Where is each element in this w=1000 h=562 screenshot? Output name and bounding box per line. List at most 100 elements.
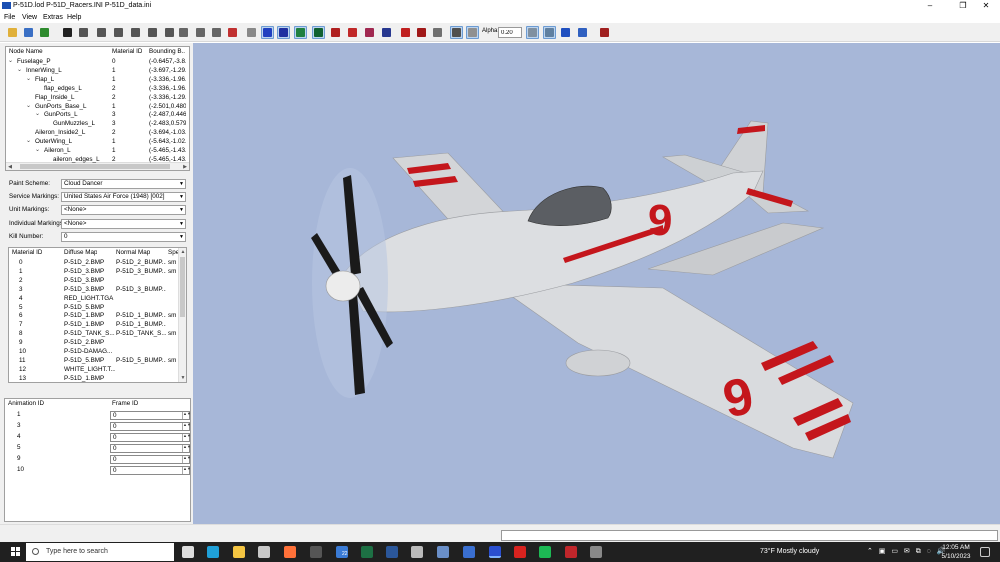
material-row[interactable]: 7 P-51D_1.BMP P-51D_1_BUMP....	[9, 320, 179, 329]
material-row[interactable]: 8 P-51D_TANK_S... P-51D_TANK_S... sm	[9, 329, 179, 338]
tree-row[interactable]: ⌄ InnerWing_L 1 (-3.697,-1.29...	[6, 66, 189, 75]
header-specular-map[interactable]: Spe	[168, 248, 178, 258]
expand-chevron-icon[interactable]: ⌄	[26, 75, 31, 84]
scroll-thumb[interactable]	[20, 164, 170, 169]
drop-red-button[interactable]	[415, 26, 428, 39]
frame-button[interactable]	[526, 26, 539, 39]
tree-row[interactable]: ⌄ OuterWing_L 1 (-5.643,-1.02...	[6, 137, 189, 146]
pdf-icon[interactable]	[514, 546, 526, 558]
solid-cube-button[interactable]	[194, 26, 207, 39]
tools-button[interactable]	[598, 26, 611, 39]
red-cube-button[interactable]	[226, 26, 239, 39]
material-row[interactable]: 4 RED_LIGHT.TGA	[9, 294, 179, 303]
tree-row[interactable]: ⌄ Aileron_L 1 (-5.465,-1.43...	[6, 146, 189, 155]
view-front-button[interactable]	[77, 26, 90, 39]
target-red-button[interactable]	[399, 26, 412, 39]
material-row[interactable]: 9 P-51D_2.BMP	[9, 338, 179, 347]
edge-icon[interactable]	[207, 546, 219, 558]
minimize-button[interactable]: –	[916, 0, 944, 12]
shaded-cube-button[interactable]	[210, 26, 223, 39]
frame-id-stepper[interactable]: 0 ▲▼	[110, 466, 190, 475]
expand-chevron-icon[interactable]: ⌄	[26, 137, 31, 146]
expand-chevron-icon[interactable]: ⌄	[26, 102, 31, 111]
weather-widget[interactable]: 73°F Mostly cloudy	[760, 546, 819, 558]
tree-row[interactable]: flap_edges_L 2 (-3.336,-1.96...	[6, 84, 189, 93]
scroll-left-icon[interactable]: ◀	[6, 163, 14, 170]
unit-markings-dropdown[interactable]: <None> ▼	[61, 205, 186, 215]
scroll-up-icon[interactable]: ▲	[179, 248, 186, 256]
word-icon[interactable]	[386, 546, 398, 558]
menu-view[interactable]: View	[22, 13, 37, 22]
clock[interactable]: 12:05 AM 5/10/2023	[938, 543, 974, 561]
axes-button[interactable]	[559, 26, 572, 39]
windows-start-icon[interactable]	[11, 547, 21, 557]
texture-button[interactable]	[38, 26, 51, 39]
material-row[interactable]: 6 P-51D_1.BMP P-51D_1_BUMP.... sm	[9, 311, 179, 320]
header-material-id[interactable]: Material ID	[12, 248, 42, 258]
taskbar-search-box[interactable]: Type here to search	[26, 543, 174, 561]
file-explorer-icon[interactable]	[233, 546, 245, 558]
box-solid-button[interactable]	[450, 26, 463, 39]
kill-number-dropdown[interactable]: 0 ▼	[61, 232, 186, 242]
mesh-blue-button[interactable]	[261, 26, 274, 39]
misc-app-icon[interactable]	[590, 546, 602, 558]
material-row[interactable]: 12 WHITE_LIGHT.T...	[9, 365, 179, 374]
zoom-button[interactable]	[61, 26, 74, 39]
header-frame-id[interactable]: Frame ID	[112, 399, 138, 409]
stepper-arrows-icon[interactable]: ▲▼	[182, 467, 190, 474]
header-diffuse-map[interactable]: Diffuse Map	[64, 248, 97, 258]
scroll-right-icon[interactable]: ▶	[181, 163, 189, 170]
mesh-darkgreen-button[interactable]	[312, 26, 325, 39]
notification-icon[interactable]	[980, 547, 990, 557]
view-top-button[interactable]	[146, 26, 159, 39]
tree-row[interactable]: ⌄ Flap_L 1 (-3.336,-1.96...	[6, 75, 189, 84]
task-view-icon[interactable]	[182, 546, 194, 558]
materials-vscroll[interactable]: ▲ ▼	[178, 248, 186, 382]
tree-row[interactable]: aileron_edges_L 2 (-5.465,-1.43...	[6, 155, 189, 164]
expand-chevron-icon[interactable]: ⌄	[35, 146, 40, 155]
spotify-icon[interactable]	[539, 546, 551, 558]
material-row[interactable]: 0 P-51D_2.BMP P-51D_2_BUMP.... sm	[9, 258, 179, 267]
alpha-input[interactable]	[498, 27, 522, 38]
mesh-navy-button[interactable]	[277, 26, 290, 39]
menu-help[interactable]: Help	[67, 13, 81, 22]
menu-file[interactable]: File	[4, 13, 15, 22]
frame-id-stepper[interactable]: 0 ▲▼	[110, 422, 190, 431]
excel-icon[interactable]	[361, 546, 373, 558]
open-button[interactable]	[6, 26, 19, 39]
photos-icon[interactable]	[437, 546, 449, 558]
material-row[interactable]: 5 P-51D_5.BMP	[9, 303, 179, 312]
stepper-arrows-icon[interactable]: ▲▼	[182, 412, 190, 419]
mesh-red-button[interactable]	[329, 26, 342, 39]
save-button[interactable]	[22, 26, 35, 39]
3d-viewport[interactable]: 9 9	[193, 43, 1000, 524]
stepper-arrows-icon[interactable]: ▲▼	[182, 434, 190, 441]
material-row[interactable]: 2 P-51D_3.BMP	[9, 276, 179, 285]
material-row[interactable]: 1 P-51D_3.BMP P-51D_3_BUMP.... sm	[9, 267, 179, 276]
paint-scheme-dropdown[interactable]: Cloud Dancer ▼	[61, 179, 186, 189]
material-row[interactable]: 10 P-51D-DAMAG...	[9, 347, 179, 356]
header-animation-id[interactable]: Animation ID	[8, 399, 44, 409]
frame-id-stepper[interactable]: 0 ▲▼	[110, 455, 190, 464]
scroll-down-icon[interactable]: ▼	[179, 374, 186, 382]
firefox-icon[interactable]	[284, 546, 296, 558]
close-button[interactable]: ✕	[972, 0, 1000, 12]
body-grey-button[interactable]	[431, 26, 444, 39]
material-row[interactable]: 13 P-51D_1.BMP	[9, 374, 179, 382]
menu-extras[interactable]: Extras	[43, 13, 63, 22]
scroll-thumb[interactable]	[180, 257, 185, 317]
tree-row[interactable]: Flap_Inside_L 2 (-3.336,-1.29...	[6, 93, 189, 102]
view-back-button[interactable]	[95, 26, 108, 39]
expand-chevron-icon[interactable]: ⌄	[17, 66, 22, 75]
plane-red-button[interactable]	[346, 26, 359, 39]
game-icon[interactable]	[463, 546, 475, 558]
shield-app-icon[interactable]	[565, 546, 577, 558]
plane-navy-button[interactable]	[380, 26, 393, 39]
material-row[interactable]: 3 P-51D_3.BMP P-51D_3_BUMP....	[9, 285, 179, 294]
tree-row[interactable]: ⌄ GunPorts_Base_L 1 (-2.501,0.480...	[6, 102, 189, 111]
header-node-name[interactable]: Node Name	[9, 47, 43, 57]
grid-button[interactable]	[543, 26, 556, 39]
tree-row[interactable]: Aileron_Inside2_L 2 (-3.694,-1.03...	[6, 128, 189, 137]
expand-chevron-icon[interactable]: ⌄	[8, 57, 13, 66]
box-wire-button[interactable]	[466, 26, 479, 39]
